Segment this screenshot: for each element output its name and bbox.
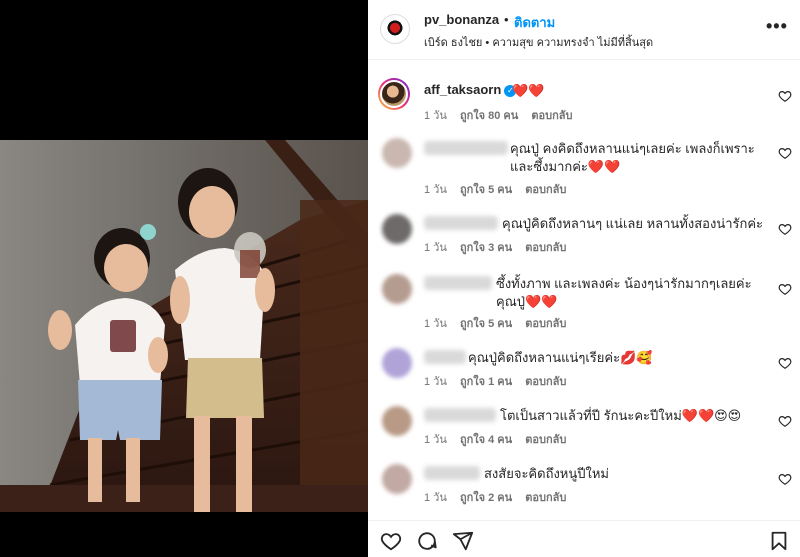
- comment-reply-button[interactable]: ตอบกลับ: [525, 318, 566, 330]
- comment-reply-button[interactable]: ตอบกลับ: [525, 492, 566, 504]
- redacted-username: [424, 466, 480, 480]
- comment-like-icon[interactable]: [778, 282, 792, 296]
- separator-dot: •: [504, 12, 509, 27]
- comment-avatar[interactable]: [382, 214, 412, 244]
- post-header: pv_bonanza • ติดตาม เบิร์ด ธงไชย • ความส…: [368, 0, 800, 60]
- caption-username[interactable]: aff_taksaorn ✓: [424, 82, 517, 97]
- redacted-username: [424, 276, 492, 290]
- post-photo: [0, 140, 368, 512]
- comment-meta: 1 วัน ถูกใจ 2 คน ตอบกลับ: [424, 488, 576, 506]
- comment-like-icon[interactable]: [778, 146, 792, 160]
- caption-avatar[interactable]: [378, 78, 410, 110]
- comment-meta: 1 วัน ถูกใจ 3 คน ตอบกลับ: [424, 238, 576, 256]
- caption-text: ❤️❤️: [512, 83, 545, 98]
- comment-like-icon[interactable]: [778, 356, 792, 370]
- comment-reply-button[interactable]: ตอบกลับ: [525, 434, 566, 446]
- comment-text: ซึ้งทั้งภาพ และเพลงค่ะ น้องๆน่ารักมากๆเล…: [496, 276, 752, 309]
- comment-text: คุณปู่ คงคิดถึงหลานแน่ๆเลยค่ะ เพลงก็เพรา…: [510, 141, 755, 174]
- caption-likes[interactable]: ถูกใจ 80 คน: [460, 110, 518, 122]
- comment-time[interactable]: 1 วัน: [424, 434, 447, 446]
- post-actions-bar: [368, 520, 800, 557]
- comment-meta: 1 วัน ถูกใจ 5 คน ตอบกลับ: [424, 180, 576, 198]
- comment-avatar[interactable]: [382, 406, 412, 436]
- share-icon[interactable]: [452, 530, 474, 552]
- redacted-username: [424, 141, 508, 155]
- comment-text: โตเป็นสาวแล้วที่ปี รักนะคะปีใหม่❤️❤️😍😍: [500, 408, 742, 423]
- comment-time[interactable]: 1 วัน: [424, 242, 447, 254]
- comment-like-icon[interactable]: [778, 472, 792, 486]
- comment-avatar[interactable]: [382, 274, 412, 304]
- comment-meta: 1 วัน ถูกใจ 4 คน ตอบกลับ: [424, 430, 576, 448]
- comment-avatar[interactable]: [382, 138, 412, 168]
- comment-avatar[interactable]: [382, 464, 412, 494]
- audio-track-link[interactable]: เบิร์ด ธงไชย • ความสุข ความทรงจำ ไม่มีที…: [424, 33, 653, 51]
- caption-like-icon[interactable]: [778, 89, 792, 103]
- author-avatar[interactable]: [380, 14, 410, 44]
- comment-time[interactable]: 1 วัน: [424, 184, 447, 196]
- comment-likes[interactable]: ถูกใจ 4 คน: [460, 434, 512, 446]
- comment-reply-button[interactable]: ตอบกลับ: [525, 242, 566, 254]
- redacted-username: [424, 408, 496, 422]
- more-options-icon[interactable]: •••: [766, 16, 788, 37]
- comment-likes[interactable]: ถูกใจ 3 คน: [460, 242, 512, 254]
- comment-time[interactable]: 1 วัน: [424, 318, 447, 330]
- heart-icon[interactable]: [380, 530, 402, 552]
- bookmark-icon[interactable]: [768, 530, 790, 552]
- comment-meta: 1 วัน ถูกใจ 5 คน ตอบกลับ: [424, 314, 576, 332]
- comment-avatar[interactable]: [382, 348, 412, 378]
- caption-meta: 1 วัน ถูกใจ 80 คน ตอบกลับ: [424, 106, 583, 124]
- comment-likes[interactable]: ถูกใจ 1 คน: [460, 376, 512, 388]
- comment-text: คุณปู่คิดถึงหลานๆ แน่เลย หลานทั้งสองน่าร…: [502, 216, 764, 231]
- post-panel: pv_bonanza • ติดตาม เบิร์ด ธงไชย • ความส…: [368, 0, 800, 557]
- redacted-username: [424, 216, 498, 230]
- comment-likes[interactable]: ถูกใจ 2 คน: [460, 492, 512, 504]
- caption-reply-button[interactable]: ตอบกลับ: [531, 110, 572, 122]
- caption-time[interactable]: 1 วัน: [424, 110, 447, 122]
- comments-list[interactable]: aff_taksaorn ✓ ❤️❤️ 1 วัน ถูกใจ 80 คน ตอบ…: [368, 60, 800, 520]
- comment-like-icon[interactable]: [778, 222, 792, 236]
- redacted-username: [424, 350, 466, 364]
- comment-time[interactable]: 1 วัน: [424, 492, 447, 504]
- comment-icon[interactable]: [416, 530, 438, 552]
- comment-likes[interactable]: ถูกใจ 5 คน: [460, 318, 512, 330]
- comment-likes[interactable]: ถูกใจ 5 คน: [460, 184, 512, 196]
- author-username[interactable]: pv_bonanza: [424, 12, 499, 27]
- post-media[interactable]: [0, 0, 368, 557]
- comment-text: สงสัยจะคิดถึงหนูปีใหม่: [484, 466, 609, 481]
- comment-like-icon[interactable]: [778, 414, 792, 428]
- comment-reply-button[interactable]: ตอบกลับ: [525, 376, 566, 388]
- comment-text: คุณปู่คิดถึงหลานแน่ๆเรียค่ะ💋🥰: [468, 350, 653, 365]
- follow-button[interactable]: ติดตาม: [514, 12, 555, 33]
- comment-time[interactable]: 1 วัน: [424, 376, 447, 388]
- comment-reply-button[interactable]: ตอบกลับ: [525, 184, 566, 196]
- comment-meta: 1 วัน ถูกใจ 1 คน ตอบกลับ: [424, 372, 576, 390]
